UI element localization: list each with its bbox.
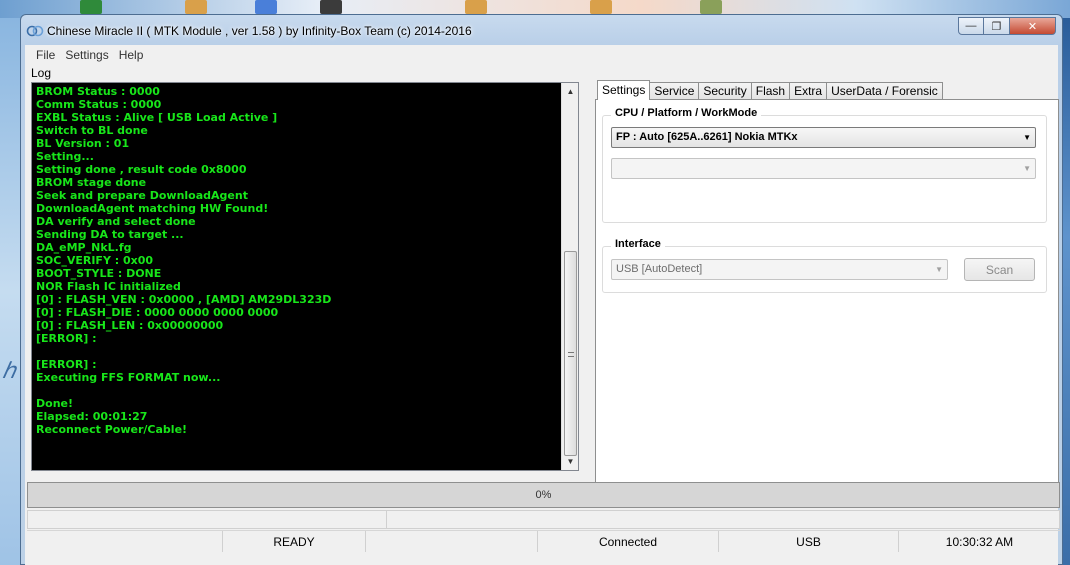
status-state: READY xyxy=(223,531,366,552)
desktop-shortcut-icon xyxy=(700,0,722,14)
cpu-platform-value: FP : Auto [625A..6261] Nokia MTKx xyxy=(616,131,798,143)
desktop-background: ℎ xyxy=(0,18,22,565)
log-line: [0] : FLASH_VEN : 0x0000 , [AMD] AM29DL3… xyxy=(36,293,332,306)
tab-service[interactable]: Service xyxy=(649,82,700,100)
log-line: Seek and prepare DownloadAgent xyxy=(36,189,248,202)
info-bar xyxy=(27,510,1060,529)
status-time: 10:30:32 AM xyxy=(945,534,1014,549)
maximize-icon: ❐ xyxy=(991,20,1002,33)
log-line: Setting... xyxy=(36,150,94,163)
desktop-folder-icon xyxy=(465,0,487,14)
menu-settings[interactable]: Settings xyxy=(60,48,113,62)
tab-flash[interactable]: Flash xyxy=(750,82,791,100)
tab-settings[interactable]: Settings xyxy=(597,80,651,100)
info-cell xyxy=(27,510,386,529)
log-line: Switch to BL done xyxy=(36,124,148,137)
wallpaper-glyph: ℎ xyxy=(2,358,16,383)
dropdown-arrow-icon: ▼ xyxy=(935,265,943,274)
scroll-up-icon[interactable]: ▲ xyxy=(562,83,579,100)
log-line: SOC_VERIFY : 0x00 xyxy=(36,254,154,267)
log-line: Executing FFS FORMAT now... xyxy=(36,371,221,384)
progress-label: 0% xyxy=(535,489,552,501)
dropdown-arrow-icon: ▼ xyxy=(1023,164,1031,173)
dropdown-arrow-icon: ▼ xyxy=(1023,133,1031,142)
app-window: Chinese Miracle II ( MTK Module , ver 1.… xyxy=(20,14,1063,565)
log-line: [0] : FLASH_DIE : 0000 0000 0000 0000 xyxy=(36,306,279,319)
log-line: Done! xyxy=(36,397,73,410)
menu-file[interactable]: File xyxy=(31,48,60,62)
desktop-shortcut-icon xyxy=(320,0,342,14)
cpu-platform-group: CPU / Platform / WorkMode FP : Auto [625… xyxy=(602,107,1047,223)
tab-userdata-forensic[interactable]: UserData / Forensic xyxy=(826,82,943,100)
window-controls: — ❐ ✕ xyxy=(958,17,1056,35)
menu-bar: File Settings Help xyxy=(25,45,1058,65)
log-line: BOOT_STYLE : DONE xyxy=(36,267,162,280)
status-port: USB xyxy=(719,531,899,552)
status-empty xyxy=(366,531,538,552)
status-bar: READY Connected USB 10:30:32 AM xyxy=(27,530,1060,552)
log-line: Elapsed: 00:01:27 xyxy=(36,410,148,423)
log-line: DownloadAgent matching HW Found! xyxy=(36,202,269,215)
log-line: BROM stage done xyxy=(36,176,147,189)
desktop-folder-icon xyxy=(590,0,612,14)
cpu-group-title: CPU / Platform / WorkMode xyxy=(611,107,762,119)
desktop-shortcut-icon xyxy=(255,0,277,14)
interface-group: Interface USB [AutoDetect] ▼ Scan xyxy=(602,238,1047,293)
log-line: [ERROR] : xyxy=(36,332,97,345)
minimize-icon: — xyxy=(965,20,977,32)
log-scrollbar[interactable]: ▲ ▼ xyxy=(561,83,578,470)
scan-button-label: Scan xyxy=(985,262,1014,277)
tab-strip: Settings Service Security Flash Extra Us… xyxy=(597,80,943,100)
status-empty xyxy=(27,531,223,552)
log-line: DA_eMP_NkL.fg xyxy=(36,241,132,254)
log-panel[interactable]: BROM Status : 0000 Comm Status : 0000 EXBL… xyxy=(31,82,579,471)
log-text: BROM Status : 0000 Comm Status : 0000 EXBL… xyxy=(36,85,558,468)
app-icon xyxy=(26,25,44,37)
progress-bar: 0% xyxy=(27,482,1060,508)
scroll-thumb[interactable] xyxy=(564,251,577,456)
log-line: Sending DA to target ... xyxy=(36,228,184,241)
log-label: Log xyxy=(31,66,52,80)
log-line: NOR Flash IC initialized xyxy=(36,280,181,293)
info-cell xyxy=(386,510,1060,529)
title-bar[interactable]: Chinese Miracle II ( MTK Module , ver 1.… xyxy=(21,15,1062,45)
log-line: BL Version : 01 xyxy=(36,137,130,150)
cpu-platform-select[interactable]: FP : Auto [625A..6261] Nokia MTKx ▼ xyxy=(611,127,1036,148)
settings-panel: CPU / Platform / WorkMode FP : Auto [625… xyxy=(595,99,1059,483)
status-connection: Connected xyxy=(538,531,719,552)
desktop-background xyxy=(1062,18,1070,565)
scroll-down-icon[interactable]: ▼ xyxy=(562,453,579,470)
desktop-folder-icon xyxy=(185,0,207,14)
log-line: BROM Status : 0000 xyxy=(36,85,160,98)
client-area: File Settings Help Log BROM Status : 000… xyxy=(25,45,1060,565)
log-line: DA verify and select done xyxy=(36,215,196,228)
interface-group-title: Interface xyxy=(611,238,665,250)
interface-select[interactable]: USB [AutoDetect] ▼ xyxy=(611,259,948,280)
maximize-button[interactable]: ❐ xyxy=(984,17,1010,35)
window-title: Chinese Miracle II ( MTK Module , ver 1.… xyxy=(47,24,472,38)
log-line: Reconnect Power/Cable! xyxy=(36,423,188,436)
log-line: Setting done , result code 0x8000 xyxy=(36,163,247,176)
close-button[interactable]: ✕ xyxy=(1010,17,1056,35)
menu-help[interactable]: Help xyxy=(114,48,149,62)
tab-security[interactable]: Security xyxy=(698,82,752,100)
desktop-shortcut-icon xyxy=(80,0,102,14)
scan-button[interactable]: Scan xyxy=(964,258,1035,281)
log-line: Comm Status : 0000 xyxy=(36,98,162,111)
tab-extra[interactable]: Extra xyxy=(789,82,828,100)
log-line: EXBL Status : Alive [ USB Load Active ] xyxy=(36,111,278,124)
log-line: [ERROR] : xyxy=(36,358,97,371)
minimize-button[interactable]: — xyxy=(958,17,984,35)
interface-select-value: USB [AutoDetect] xyxy=(616,263,703,275)
grip-icon xyxy=(568,352,574,357)
log-line: [0] : FLASH_LEN : 0x00000000 xyxy=(36,319,224,332)
secondary-select[interactable]: ▼ xyxy=(611,158,1036,179)
close-icon: ✕ xyxy=(1027,20,1038,33)
